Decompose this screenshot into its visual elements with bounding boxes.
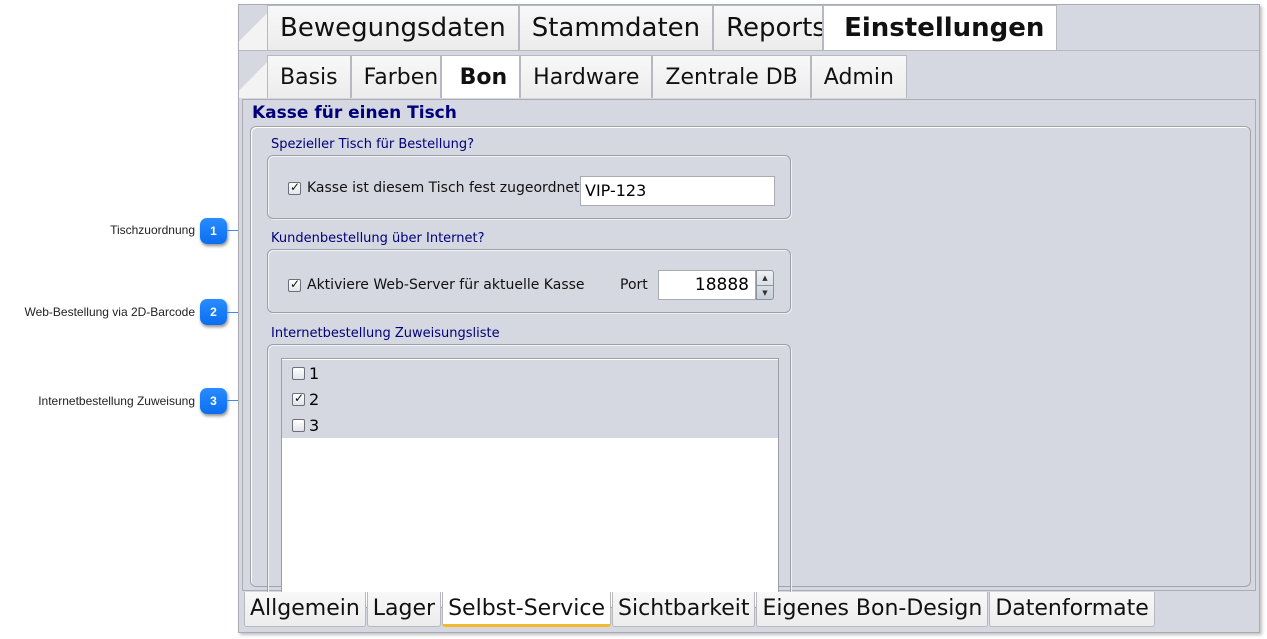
webserver-checkbox[interactable] xyxy=(288,277,301,292)
settings-subtabbar: Basis Farben Bon Hardware Zentrale DB Ad… xyxy=(239,55,907,98)
internet-group-box: Aktiviere Web-Server für aktuelle Kasse … xyxy=(267,249,791,313)
port-spin-buttons[interactable]: ▲ ▼ xyxy=(756,270,774,300)
list-item-label: 3 xyxy=(309,415,320,435)
table-group-label: Spezieller Tisch für Bestellung? xyxy=(271,137,475,152)
tab-bon[interactable]: Bon xyxy=(440,55,521,98)
fixed-table-label: Kasse ist diesem Tisch fest zugeordnet xyxy=(307,180,580,196)
callout-badge: 2 xyxy=(200,299,227,325)
tab-allgemein[interactable]: Allgemein xyxy=(244,592,366,627)
spin-down-icon[interactable]: ▼ xyxy=(757,286,773,300)
fixed-table-checkbox[interactable] xyxy=(288,180,301,195)
tab-farben[interactable]: Farben xyxy=(350,55,441,98)
tab-spacer xyxy=(239,55,267,98)
section-title: Kasse für einen Tisch xyxy=(252,103,457,123)
webserver-label: Aktiviere Web-Server für aktuelle Kasse xyxy=(307,277,585,293)
table-group-box: Kasse ist diesem Tisch fest zugeordnet V… xyxy=(267,155,791,219)
callout-label: Internetbestellung Zuweisung xyxy=(38,394,195,408)
tab-stammdaten[interactable]: Stammdaten xyxy=(518,5,714,50)
port-spinner[interactable]: 18888 ▲ ▼ xyxy=(658,270,774,300)
callout-badge: 1 xyxy=(200,218,227,244)
tab-einstellungen[interactable]: Einstellungen xyxy=(823,5,1058,50)
settings-window: Bewegungsdaten Stammdaten Reports Einste… xyxy=(238,4,1260,633)
tab-spacer xyxy=(239,5,267,50)
tab-hardware[interactable]: Hardware xyxy=(520,55,653,98)
tab-lager[interactable]: Lager xyxy=(366,592,442,627)
bon-subtabbar: Allgemein Lager Selbst-Service Sichtbark… xyxy=(244,592,1156,627)
port-label: Port xyxy=(620,277,648,293)
list-item[interactable]: 1 xyxy=(282,360,778,386)
assignment-group-label: Internetbestellung Zuweisungsliste xyxy=(271,326,500,341)
list-item-checkbox[interactable] xyxy=(292,366,305,380)
tab-bewegungsdaten[interactable]: Bewegungsdaten xyxy=(267,5,519,50)
section-group: Spezieller Tisch für Bestellung? Kasse i… xyxy=(250,126,1251,608)
main-tabbar: Bewegungsdaten Stammdaten Reports Einste… xyxy=(239,5,1058,50)
list-item-label: 2 xyxy=(309,389,320,409)
tab-datenformate[interactable]: Datenformate xyxy=(989,592,1155,627)
tab-reports[interactable]: Reports xyxy=(713,5,824,50)
callout-badge: 3 xyxy=(200,388,227,414)
tab-eigenes-bon-design[interactable]: Eigenes Bon-Design xyxy=(756,592,989,627)
callout-label: Tischzuordnung xyxy=(110,223,195,237)
assignment-group-box: 1 2 3 xyxy=(267,344,791,608)
fixed-table-checkbox-row[interactable]: Kasse ist diesem Tisch fest zugeordnet xyxy=(288,180,579,196)
tab-separator xyxy=(239,50,1259,54)
tab-admin[interactable]: Admin xyxy=(810,55,907,98)
webserver-checkbox-row[interactable]: Aktiviere Web-Server für aktuelle Kasse xyxy=(288,277,585,293)
list-item-checkbox[interactable] xyxy=(292,391,305,406)
list-item[interactable]: 2 xyxy=(282,386,778,412)
table-name-input[interactable]: VIP-123 xyxy=(580,176,775,206)
callout-label: Web-Bestellung via 2D-Barcode xyxy=(24,305,195,319)
list-item-checkbox[interactable] xyxy=(292,418,305,432)
tab-sichtbarkeit[interactable]: Sichtbarkeit xyxy=(612,592,756,627)
tab-basis[interactable]: Basis xyxy=(267,55,351,98)
spin-up-icon[interactable]: ▲ xyxy=(757,271,773,286)
tab-selbst-service[interactable]: Selbst-Service xyxy=(442,592,612,627)
assignment-listbox[interactable]: 1 2 3 xyxy=(281,358,779,608)
tab-zentrale-db[interactable]: Zentrale DB xyxy=(652,55,811,98)
internet-group-label: Kundenbestellung über Internet? xyxy=(271,231,485,246)
list-item-label: 1 xyxy=(309,363,320,383)
port-input[interactable]: 18888 xyxy=(658,270,756,300)
bon-settings-panel: Kasse für einen Tisch Spezieller Tisch f… xyxy=(242,99,1256,608)
list-item[interactable]: 3 xyxy=(282,412,778,438)
